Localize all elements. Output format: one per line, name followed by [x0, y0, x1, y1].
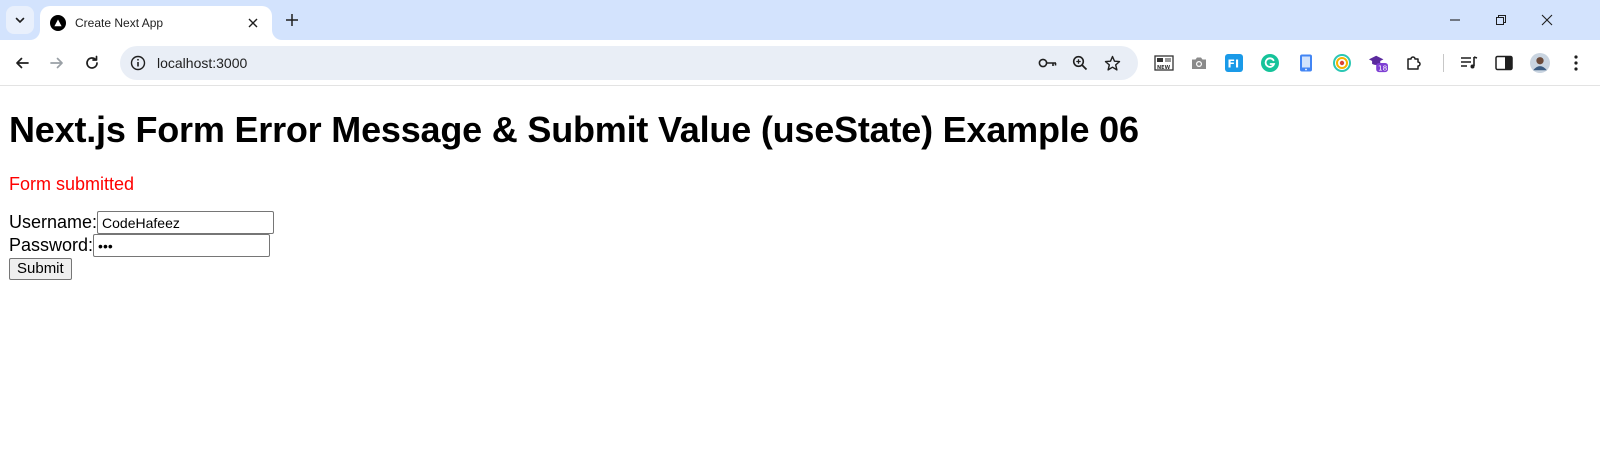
graduation-extension-icon[interactable]: 18 — [1368, 53, 1388, 73]
tab-close-button[interactable] — [244, 14, 262, 32]
extension-badge: 18 — [1378, 63, 1388, 72]
close-icon — [248, 18, 258, 28]
color-picker-extension-icon[interactable] — [1332, 53, 1352, 73]
site-info-icon[interactable] — [128, 53, 148, 73]
news-extension-icon[interactable]: NEW — [1154, 53, 1174, 73]
page-viewport: Next.js Form Error Message & Submit Valu… — [0, 87, 1600, 476]
address-bar[interactable]: localhost:3000 — [120, 46, 1138, 80]
reload-button[interactable] — [77, 48, 107, 78]
chevron-down-icon — [15, 17, 25, 24]
submit-row: Submit — [9, 257, 274, 280]
bookmark-star-icon[interactable] — [1102, 53, 1122, 73]
password-label: Password: — [9, 235, 94, 255]
login-form: Username: Password: Submit — [9, 211, 275, 280]
close-window-button[interactable] — [1524, 4, 1570, 36]
new-tab-button[interactable] — [280, 8, 304, 32]
page-heading: Next.js Form Error Message & Submit Valu… — [9, 109, 1139, 150]
nextjs-favicon-icon — [50, 15, 66, 31]
browser-toolbar: localhost:3000 NEW FI 18 — [0, 40, 1600, 86]
minimize-icon — [1450, 19, 1460, 21]
password-key-icon[interactable] — [1038, 53, 1058, 73]
profile-avatar[interactable] — [1530, 53, 1550, 73]
password-row: Password: — [9, 234, 274, 257]
side-panel-icon[interactable] — [1494, 53, 1514, 73]
submit-button[interactable]: Submit — [9, 257, 72, 280]
close-icon — [1541, 14, 1553, 26]
restore-icon — [1496, 15, 1506, 25]
reload-icon — [86, 55, 98, 69]
puzzle-extensions-icon[interactable] — [1404, 53, 1424, 73]
plus-icon — [286, 14, 298, 26]
password-input[interactable] — [93, 234, 271, 257]
toolbar-separator — [1443, 54, 1444, 72]
zoom-icon[interactable] — [1070, 53, 1090, 73]
media-queue-icon[interactable] — [1459, 53, 1479, 73]
browser-tab[interactable]: Create Next App — [40, 6, 272, 40]
username-label: Username: — [9, 212, 98, 232]
restore-button[interactable] — [1478, 4, 1524, 36]
grammarly-extension-icon[interactable] — [1260, 53, 1280, 73]
svg-text:FI: FI — [1228, 58, 1240, 71]
fi-extension-icon[interactable]: FI — [1224, 53, 1244, 73]
username-input[interactable] — [97, 211, 275, 234]
phone-extension-icon[interactable] — [1296, 53, 1316, 73]
back-button[interactable] — [7, 48, 37, 78]
minimize-button[interactable] — [1432, 4, 1478, 36]
camera-extension-icon[interactable] — [1189, 53, 1209, 73]
arrow-left-icon — [16, 57, 29, 69]
tab-title: Create Next App — [75, 16, 164, 30]
username-row: Username: — [9, 211, 275, 234]
tab-strip: Create Next App — [0, 0, 1600, 40]
svg-text:NEW: NEW — [1157, 65, 1171, 71]
form-status-message: Form submitted — [9, 174, 135, 194]
menu-kebab-icon[interactable] — [1566, 53, 1586, 73]
url-text[interactable]: localhost:3000 — [157, 55, 247, 71]
forward-button[interactable] — [42, 48, 72, 78]
arrow-right-icon — [50, 57, 63, 69]
